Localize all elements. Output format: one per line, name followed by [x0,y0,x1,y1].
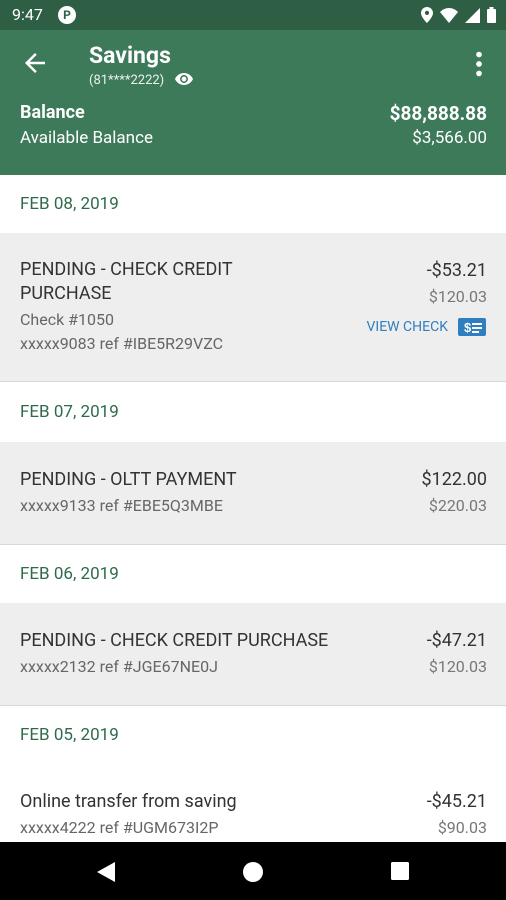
nav-back-icon[interactable] [96,861,116,883]
running-balance: $220.03 [428,496,487,515]
account-number: (81****2222) [89,73,165,88]
transaction-description: Online transfer from saving [20,791,237,812]
transaction-amount: $122.00 [421,469,487,490]
transaction-row[interactable]: Online transfer from saving xxxxx4222 re… [0,764,506,842]
date-header: FEB 08, 2019 [0,175,506,233]
transaction-description: PENDING - OLTT PAYMENT [20,469,237,490]
app-notification-icon: P [58,6,76,24]
transaction-amount: -$45.21 [426,791,487,812]
transaction-amount: -$47.21 [426,630,487,651]
eye-icon[interactable] [175,72,193,86]
transaction-ref: xxxxx9133 ref #EBE5Q3MBE [20,496,223,515]
date-header: FEB 07, 2019 [0,382,506,442]
view-check-button[interactable]: VIEW CHECK $ [366,318,486,336]
wifi-icon [440,7,458,23]
transaction-amount: -$53.21 [426,260,487,281]
page-title: Savings [89,42,171,69]
view-check-label: VIEW CHECK [366,319,448,335]
date-header: FEB 05, 2019 [0,706,506,764]
transaction-row[interactable]: PENDING - OLTT PAYMENT xxxxx9133 ref #EB… [0,442,506,545]
transaction-ref: xxxxx2132 ref #JGE67NE0J [20,657,218,676]
transaction-description: PENDING - CHECK CREDIT [20,259,233,280]
check-number: Check #1050 [20,310,114,329]
transaction-description-line2: PURCHASE [20,283,112,304]
nav-home-icon[interactable] [242,861,264,883]
status-bar: 9:47 P [0,0,506,30]
date-header: FEB 06, 2019 [0,545,506,603]
transaction-list[interactable]: FEB 08, 2019 PENDING - CHECK CREDIT PURC… [0,175,506,842]
battery-icon [487,7,496,23]
running-balance: $120.03 [428,287,487,306]
balance-value: $88,888.88 [389,102,487,125]
svg-text:$: $ [464,320,472,335]
status-time: 9:47 [12,5,43,24]
available-balance-label: Available Balance [20,128,153,148]
transaction-ref: xxxxx9083 ref #IBE5R29VZC [20,334,223,353]
check-icon: $ [458,318,486,336]
nav-recents-icon[interactable] [390,861,410,881]
signal-icon [465,7,480,23]
available-balance-value: $3,566.00 [412,128,487,148]
transaction-row[interactable]: PENDING - CHECK CREDIT PURCHASE xxxxx213… [0,603,506,706]
system-nav-bar [0,842,506,900]
balance-label: Balance [20,102,85,123]
location-icon [421,7,433,23]
account-header: Savings (81****2222) Balance $88,888.88 … [0,30,506,175]
running-balance: $90.03 [437,818,487,837]
more-vert-icon[interactable] [470,51,488,77]
back-arrow-icon[interactable] [20,48,50,78]
running-balance: $120.03 [428,657,487,676]
transaction-ref: xxxxx4222 ref #UGM673I2P [20,818,219,837]
transaction-description: PENDING - CHECK CREDIT PURCHASE [20,630,329,651]
transaction-row[interactable]: PENDING - CHECK CREDIT PURCHASE Check #1… [0,233,506,382]
